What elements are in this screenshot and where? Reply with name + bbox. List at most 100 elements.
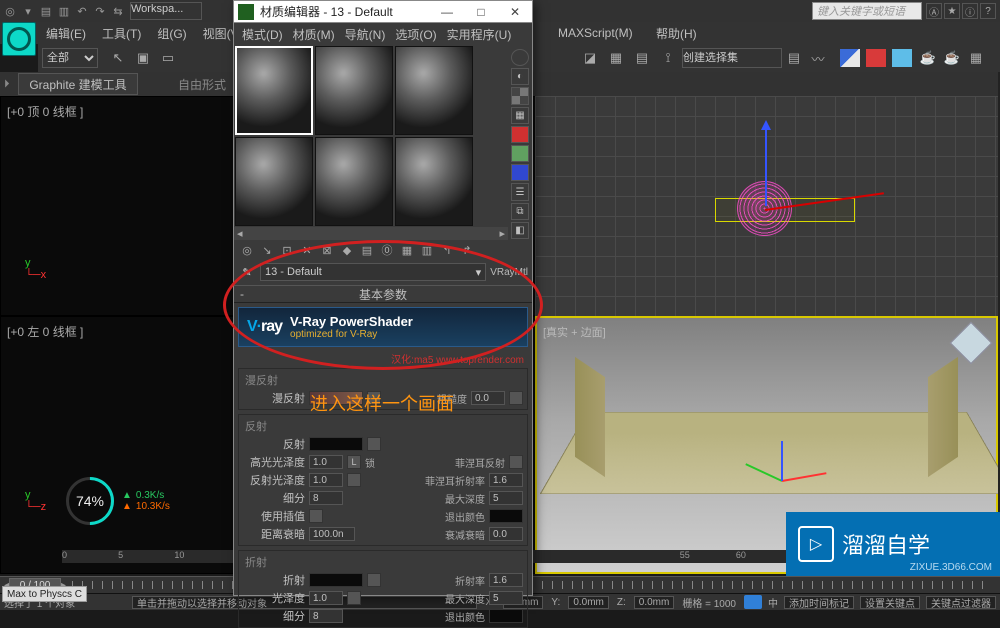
ribbon-toggle-icon[interactable]: ⏵	[4, 78, 14, 91]
material-editor-titlebar[interactable]: 材质编辑器 - 13 - Default — □ ✕	[234, 1, 532, 23]
menu-maxscript[interactable]: MAXScript(M)	[550, 26, 641, 40]
refract-color-swatch[interactable]	[309, 573, 363, 587]
reset-map-icon[interactable]: ✕	[298, 241, 316, 259]
help-a-icon[interactable]: Ⓐ	[926, 3, 942, 19]
me-menu-material[interactable]: 材质(M)	[293, 26, 335, 43]
refl-subdiv-spinner[interactable]: 8	[309, 491, 343, 505]
put-to-scene-icon[interactable]: ↘	[258, 241, 276, 259]
window-minimize-button[interactable]: —	[430, 2, 464, 22]
render-last-icon[interactable]: ▦	[964, 46, 988, 70]
align-icon[interactable]: ▤	[630, 46, 654, 70]
coord-z[interactable]: 0.0mm	[634, 596, 675, 609]
video-check-red-icon[interactable]	[511, 126, 529, 143]
refr-gloss-spinner[interactable]: 1.0	[309, 591, 343, 605]
sample-uv-icon[interactable]: ▦	[511, 107, 529, 124]
help-question-icon[interactable]: ?	[980, 3, 996, 19]
diffuse-color-swatch[interactable]	[309, 391, 363, 405]
get-material-icon[interactable]: ◎	[238, 241, 256, 259]
snap-icon[interactable]: ⟟	[656, 46, 680, 70]
ribbon-tab-graphite[interactable]: Graphite 建模工具	[18, 73, 138, 95]
menu-help[interactable]: 帮助(H)	[648, 25, 705, 42]
rollout-basic-params[interactable]: - 基本参数	[234, 285, 532, 303]
material-editor-icon[interactable]	[838, 47, 862, 69]
sample-slot-2[interactable]	[315, 46, 393, 135]
sample-slot-1[interactable]	[235, 46, 313, 135]
make-unique-icon[interactable]: ◆	[338, 241, 356, 259]
material-name-dropdown[interactable]: 13 - Default▾	[260, 263, 486, 281]
open-icon[interactable]: ▥	[56, 3, 72, 19]
render-setup-icon[interactable]	[864, 47, 888, 69]
help-globe-icon[interactable]: ⓘ	[962, 3, 978, 19]
render-iterative-icon[interactable]: ☕	[940, 46, 964, 70]
material-id-icon[interactable]: ⓪	[378, 241, 396, 259]
viewport-left-label[interactable]: [+0 左 0 线框 ]	[7, 323, 83, 340]
video-check-green-icon[interactable]	[511, 145, 529, 162]
background-icon[interactable]	[511, 87, 529, 104]
refl-exit-color-swatch[interactable]	[489, 509, 523, 523]
mirror-icon[interactable]: ◪	[578, 46, 602, 70]
ior-spinner[interactable]: 1.6	[489, 573, 523, 587]
selection-filter-dropdown[interactable]: 全部	[42, 48, 98, 68]
sample-slot-4[interactable]	[235, 137, 313, 226]
redo-icon[interactable]: ↷	[92, 3, 108, 19]
sample-slot-5[interactable]	[315, 137, 393, 226]
key-filters-button[interactable]: 关键点过滤器	[926, 596, 996, 609]
go-parent-icon[interactable]: ↰	[438, 241, 456, 259]
window-close-button[interactable]: ✕	[498, 2, 532, 22]
me-menu-navigate[interactable]: 导航(N)	[345, 26, 386, 43]
select-rect-icon[interactable]: ▭	[156, 46, 180, 70]
refl-maxdepth-spinner[interactable]: 5	[489, 491, 523, 505]
backlight-icon[interactable]: ◐	[511, 68, 529, 85]
help-star-icon[interactable]: ★	[944, 3, 960, 19]
transform-gizmo-icon[interactable]	[747, 422, 817, 492]
new-icon[interactable]: ▤	[38, 3, 54, 19]
add-time-tag-button[interactable]: 添加时间标记	[784, 596, 854, 609]
selection-set-dropdown[interactable]: 创建选择集	[682, 48, 782, 68]
sample-scrollbar-h[interactable]: ◂ ▸	[234, 227, 508, 240]
reflect-color-swatch[interactable]	[309, 437, 363, 451]
assign-to-selection-icon[interactable]: ⊡	[278, 241, 296, 259]
set-key-button[interactable]: 设置关键点	[860, 596, 920, 609]
autokey-icon[interactable]	[744, 595, 762, 609]
viewport-persp-label[interactable]: [真实 + 边面]	[543, 324, 606, 340]
select-name-icon[interactable]: ▣	[131, 46, 155, 70]
layers-icon[interactable]: ▤	[782, 46, 806, 70]
workspace-dropdown[interactable]: Workspa...	[130, 2, 202, 20]
roughness-map-button[interactable]	[509, 391, 523, 405]
sample-type-icon[interactable]	[511, 49, 529, 66]
me-menu-utilities[interactable]: 实用程序(U)	[447, 26, 512, 43]
refr-maxdepth-spinner[interactable]: 5	[489, 591, 523, 605]
menu-edit[interactable]: 编辑(E)	[38, 25, 94, 42]
coord-y[interactable]: 0.0mm	[568, 596, 609, 609]
hilight-lock-button[interactable]: L	[347, 455, 361, 469]
link-icon[interactable]: ⇆	[110, 3, 126, 19]
show-end-icon[interactable]: ▥	[418, 241, 436, 259]
material-type-button[interactable]: VRayMtl	[490, 267, 528, 278]
show-map-icon[interactable]: ▦	[398, 241, 416, 259]
me-menu-options[interactable]: 选项(O)	[395, 26, 436, 43]
app-logo[interactable]	[2, 22, 36, 56]
menu-group[interactable]: 组(G)	[149, 25, 194, 42]
make-copy-icon[interactable]: ⊠	[318, 241, 336, 259]
refr-subdiv-spinner[interactable]: 8	[309, 609, 343, 623]
me-menu-mode[interactable]: 模式(D)	[242, 26, 283, 43]
refract-map-button[interactable]	[367, 573, 381, 587]
reflect-map-button[interactable]	[367, 437, 381, 451]
go-forward-icon[interactable]: ↱	[458, 241, 476, 259]
curve-editor-icon[interactable]: 〰	[806, 46, 830, 70]
options-icon[interactable]: ☰	[511, 183, 529, 200]
array-icon[interactable]: ▦	[604, 46, 628, 70]
menu-down-icon[interactable]: ▾	[20, 3, 36, 19]
viewport-front-scene[interactable]	[535, 96, 998, 316]
render-production-icon[interactable]: ☕	[916, 46, 940, 70]
put-to-library-icon[interactable]: ▤	[358, 241, 376, 259]
fresnel-checkbox[interactable]	[509, 455, 523, 469]
diffuse-map-button[interactable]	[367, 391, 381, 405]
select-by-mat-icon[interactable]: ⧉	[511, 203, 529, 220]
unknown-lang-icon[interactable]: 中	[768, 595, 778, 610]
hilight-gloss-spinner[interactable]: 1.0	[309, 455, 343, 469]
roughness-spinner[interactable]: 0.0	[471, 391, 505, 405]
dim-falloff-spinner[interactable]: 0.0	[489, 527, 523, 541]
dim-dist-spinner[interactable]: 100.0n	[309, 527, 355, 541]
viewport-top-label[interactable]: [+0 顶 0 线框 ]	[7, 103, 83, 120]
